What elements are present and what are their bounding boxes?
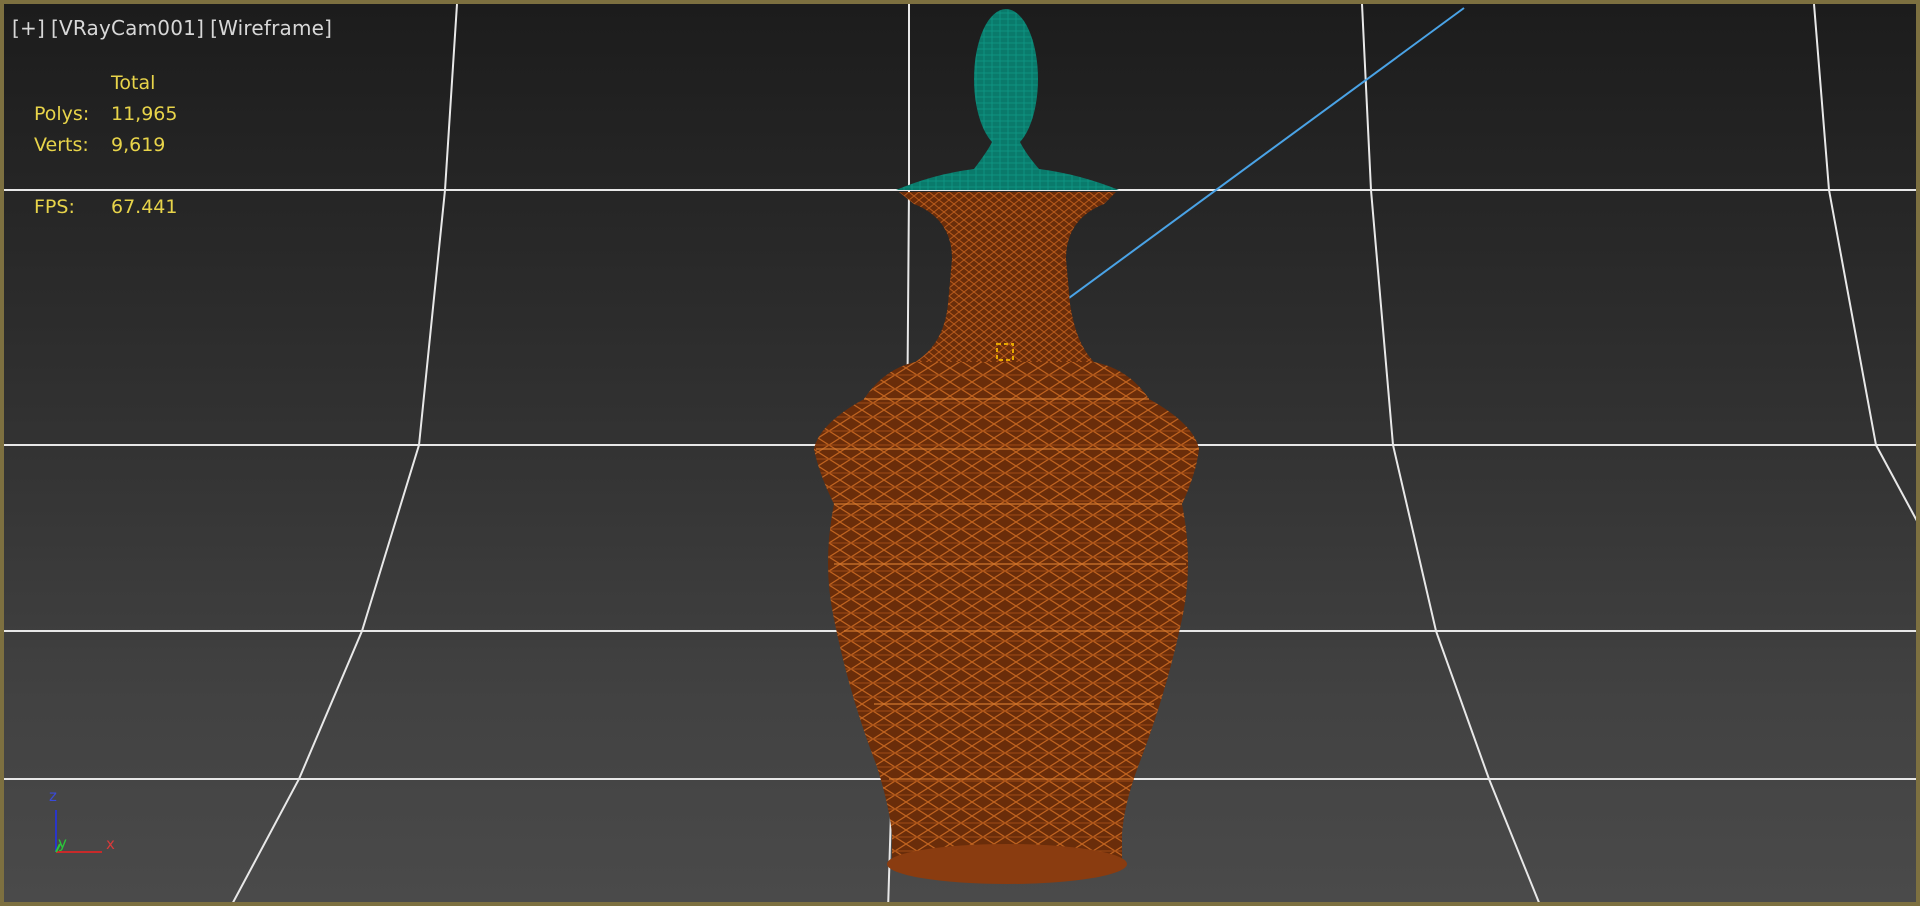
- stats-header: Total: [111, 72, 156, 94]
- vase-object[interactable]: [814, 192, 1199, 884]
- grid-curve-1: [232, 4, 458, 902]
- fps-value: 67.441: [111, 196, 178, 218]
- vase-body: [814, 362, 1199, 859]
- x-axis-label: x: [106, 835, 115, 853]
- viewport-shading-menu[interactable]: [Wireframe]: [210, 16, 332, 40]
- vase-foot: [887, 844, 1127, 884]
- polys-label: Polys:: [34, 103, 90, 125]
- lid-flange: [896, 142, 1119, 190]
- fps-label: FPS:: [34, 196, 75, 218]
- z-axis-label: z: [49, 787, 57, 805]
- viewport-camera-menu[interactable]: [VRayCam001]: [51, 16, 204, 40]
- polys-value: 11,965: [111, 103, 178, 125]
- grid-curve-3: [1361, 4, 1540, 902]
- viewport-labels: [+] [VRayCam001] [Wireframe]: [12, 16, 338, 40]
- lid-object[interactable]: [896, 9, 1119, 190]
- viewport-scene[interactable]: [4, 4, 1920, 906]
- axis-gizmo: z y x: [49, 787, 115, 853]
- vase-neck: [899, 192, 1116, 362]
- verts-label: Verts:: [34, 134, 89, 156]
- verts-value: 9,619: [111, 134, 166, 156]
- lid-knob: [974, 9, 1038, 149]
- y-axis-label: y: [58, 834, 67, 852]
- 3d-viewport[interactable]: [+] [VRayCam001] [Wireframe] Total Polys: …: [0, 0, 1920, 906]
- viewport-plus-menu[interactable]: [+]: [12, 16, 45, 40]
- camera-target-line: [1008, 7, 1465, 343]
- grid-curve-4: [1813, 4, 1916, 522]
